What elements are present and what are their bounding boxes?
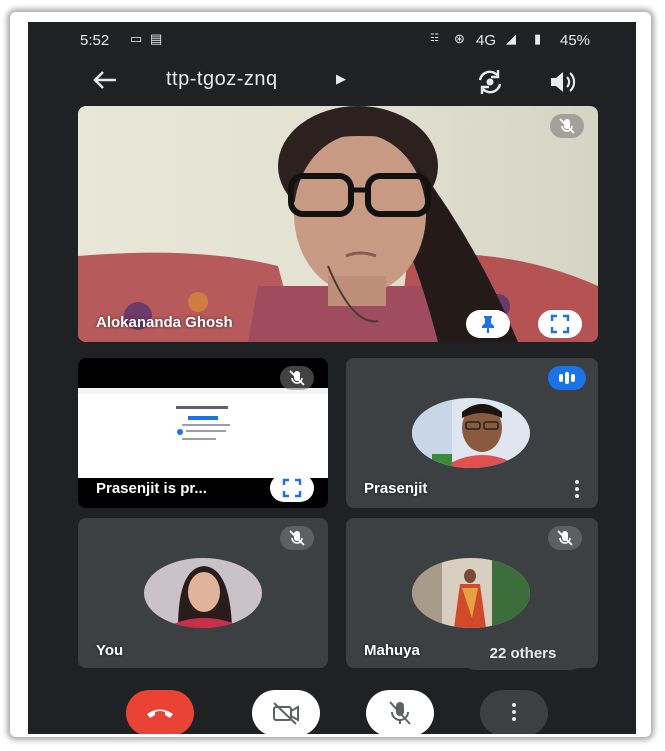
caret-right-icon[interactable]: ▶ [336, 71, 346, 87]
hotspot-icon: ⊛ [454, 31, 465, 46]
muted-mic-icon [550, 114, 584, 138]
battery-level: 45% [560, 32, 591, 49]
participant-tile-you[interactable]: You [78, 518, 328, 668]
meeting-code[interactable]: ttp-tgoz-znq [166, 68, 278, 91]
mic-toggle-button[interactable] [366, 690, 434, 734]
battery-icon: ▮ [534, 31, 542, 46]
call-top-bar: ttp-tgoz-znq ▶ [28, 60, 636, 104]
notification-icon: ▤ [150, 31, 163, 46]
pin-icon [482, 316, 494, 333]
more-vert-icon[interactable] [574, 480, 580, 500]
switch-camera-icon[interactable] [474, 66, 506, 98]
mic-off-icon [389, 701, 411, 725]
avatar [412, 398, 530, 468]
fullscreen-button[interactable] [538, 310, 582, 338]
hang-up-icon [147, 709, 173, 718]
fullscreen-icon [282, 478, 302, 498]
participant-name-label: You [96, 642, 124, 659]
status-bar: 5:52 ▭ ▤ ☷ ⊛ 4G ◢ ▮ 45% [28, 22, 636, 58]
presentation-label: Prasenjit is pr... [96, 480, 207, 497]
pin-button[interactable] [466, 310, 510, 338]
camera-off-icon [273, 702, 299, 725]
others-count-chip[interactable]: 22 others [460, 638, 586, 670]
network-type: 4G [476, 32, 497, 49]
camera-toggle-button[interactable] [252, 690, 320, 734]
fullscreen-button[interactable] [270, 474, 314, 502]
muted-mic-icon [280, 366, 314, 390]
signal-icon: ◢ [506, 31, 516, 46]
presentation-tile[interactable]: Prasenjit is pr... [78, 358, 328, 508]
meet-app-screen: 5:52 ▭ ▤ ☷ ⊛ 4G ◢ ▮ 45% ttp-tgoz-znq ▶ A… [28, 22, 636, 734]
main-video-tile[interactable]: Alokananda Ghosh [78, 106, 598, 342]
speaking-indicator-icon [548, 366, 586, 390]
more-vert-icon [511, 703, 517, 723]
avatar [412, 558, 530, 628]
end-call-button[interactable] [126, 690, 194, 734]
muted-mic-icon [280, 526, 314, 550]
more-options-button[interactable] [480, 690, 548, 734]
fullscreen-icon [550, 314, 570, 334]
speaker-icon[interactable] [546, 66, 578, 98]
avatar [144, 558, 262, 628]
participant-name-label: Mahuya [364, 642, 420, 659]
muted-mic-icon [548, 526, 582, 550]
participant-video [78, 106, 598, 342]
volte-icon: ☷ [430, 33, 439, 44]
back-arrow-icon[interactable] [90, 68, 120, 92]
participant-name-label: Prasenjit [364, 480, 428, 497]
status-time: 5:52 [80, 32, 110, 49]
participant-name-label: Alokananda Ghosh [96, 314, 233, 331]
cast-icon: ▭ [130, 31, 143, 46]
participant-tile-prasenjit[interactable]: Prasenjit [346, 358, 598, 508]
